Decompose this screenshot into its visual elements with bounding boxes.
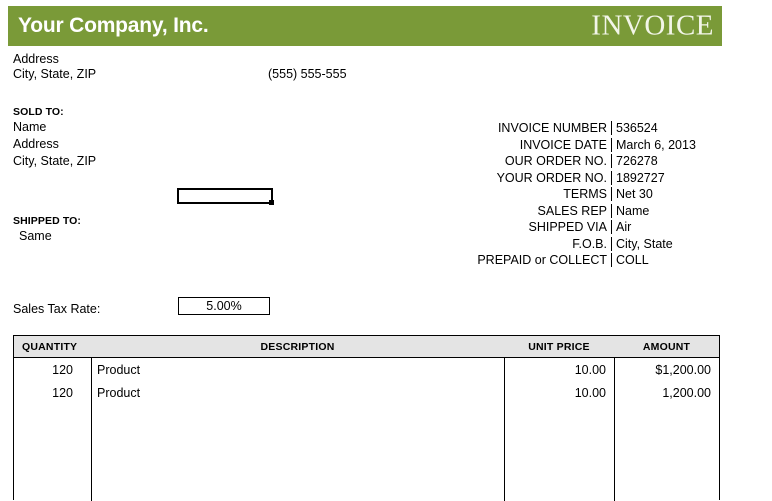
detail-value[interactable]: City, State (612, 237, 673, 251)
detail-label: YOUR ORDER NO. (380, 170, 612, 185)
detail-label: TERMS (380, 187, 612, 202)
sales-tax-rate-label: Sales Tax Rate: (13, 302, 101, 316)
shipped-to-value[interactable]: Same (19, 229, 52, 243)
invoice-detail-row: INVOICE DATE March 6, 2013 (380, 137, 720, 154)
invoice-detail-row: INVOICE NUMBER 536524 (380, 120, 720, 137)
cell-unit-price[interactable]: 10.00 (504, 363, 614, 377)
table-row[interactable]: 120 Product 10.00 1,200.00 (14, 381, 719, 404)
invoice-detail-row: SALES REP Name (380, 203, 720, 220)
detail-value[interactable]: 1892727 (612, 171, 665, 185)
invoice-title: INVOICE (591, 9, 714, 42)
sold-to-name[interactable]: Name (13, 120, 46, 134)
invoice-spreadsheet: Your Company, Inc. INVOICE Address City,… (0, 0, 772, 501)
invoice-detail-row: YOUR ORDER NO. 1892727 (380, 170, 720, 187)
shipped-to-label: SHIPPED TO: (13, 215, 82, 227)
detail-label: SALES REP (380, 203, 612, 218)
line-items-table: QUANTITY DESCRIPTION UNIT PRICE AMOUNT 1… (13, 335, 720, 501)
cell-unit-price[interactable]: 10.00 (504, 386, 614, 400)
company-city-state-zip: City, State, ZIP (13, 67, 97, 81)
line-items-body: 120 Product 10.00 $1,200.00 120 Product … (14, 358, 719, 501)
invoice-details-table: INVOICE NUMBER 536524 INVOICE DATE March… (380, 120, 720, 269)
company-phone: (555) 555-555 (268, 67, 347, 81)
detail-label: OUR ORDER NO. (380, 154, 612, 169)
fill-handle[interactable] (269, 200, 274, 205)
company-name: Your Company, Inc. (18, 14, 209, 37)
cell-description[interactable]: Product (91, 363, 504, 377)
cell-quantity[interactable]: 120 (14, 386, 91, 400)
cell-amount[interactable]: 1,200.00 (614, 386, 719, 400)
invoice-detail-row: OUR ORDER NO. 726278 (380, 153, 720, 170)
line-items-header-row: QUANTITY DESCRIPTION UNIT PRICE AMOUNT (14, 336, 719, 358)
column-header-description: DESCRIPTION (260, 340, 335, 353)
detail-label: F.O.B. (380, 236, 612, 251)
cell-description[interactable]: Product (91, 386, 504, 400)
invoice-detail-row: PREPAID or COLLECT COLL (380, 252, 720, 269)
detail-value[interactable]: Name (612, 204, 649, 218)
sales-tax-rate-field[interactable]: 5.00% (178, 297, 270, 315)
invoice-detail-row: SHIPPED VIA Air (380, 219, 720, 236)
detail-label: SHIPPED VIA (380, 220, 612, 235)
invoice-detail-row: F.O.B. City, State (380, 236, 720, 253)
table-row[interactable]: 120 Product 10.00 $1,200.00 (14, 358, 719, 381)
column-header-unit-price: UNIT PRICE (528, 340, 590, 353)
header-banner: Your Company, Inc. INVOICE (8, 6, 722, 46)
detail-value[interactable]: 536524 (612, 121, 658, 135)
detail-value[interactable]: Net 30 (612, 187, 653, 201)
cell-quantity[interactable]: 120 (14, 363, 91, 377)
selected-cell[interactable] (177, 188, 274, 205)
detail-value[interactable]: Air (612, 220, 631, 234)
column-header-quantity: QUANTITY (22, 340, 78, 353)
cell-amount[interactable]: $1,200.00 (614, 363, 719, 377)
sold-to-city-state-zip[interactable]: City, State, ZIP (13, 154, 96, 168)
detail-label: PREPAID or COLLECT (380, 253, 612, 268)
detail-value[interactable]: COLL (612, 253, 649, 267)
detail-label: INVOICE NUMBER (380, 121, 612, 136)
company-address: Address (13, 52, 59, 66)
column-header-amount: AMOUNT (642, 340, 691, 353)
invoice-detail-row: TERMS Net 30 (380, 186, 720, 203)
sold-to-address[interactable]: Address (13, 137, 59, 151)
sold-to-label: SOLD TO: (13, 106, 64, 118)
detail-value[interactable]: March 6, 2013 (612, 138, 696, 152)
detail-value[interactable]: 726278 (612, 154, 658, 168)
detail-label: INVOICE DATE (380, 137, 612, 152)
